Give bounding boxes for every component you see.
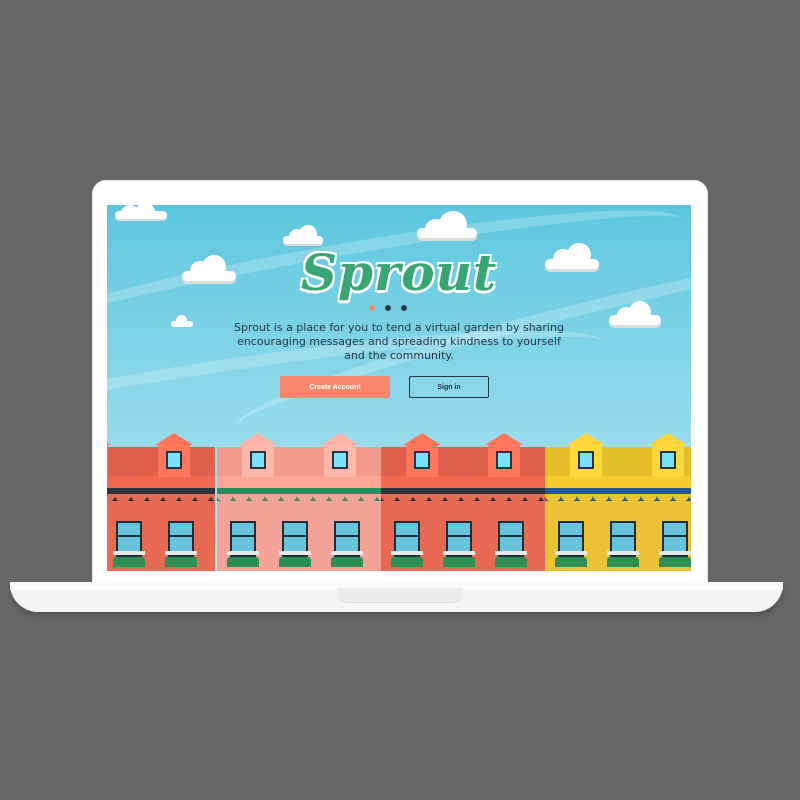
- laptop-notch: [338, 588, 462, 603]
- carousel-dot-1[interactable]: [369, 305, 375, 311]
- carousel-dots: [369, 305, 429, 313]
- create-account-button[interactable]: Create Account: [280, 376, 390, 398]
- row-houses-illustration: [107, 431, 691, 571]
- tagline-text: Sprout is a place for you to tend a virt…: [234, 321, 564, 362]
- dormer-window-icon: [321, 433, 359, 479]
- row-house: [217, 431, 381, 571]
- cloud-icon: [115, 205, 167, 223]
- window-planter-icon: [227, 521, 259, 571]
- app-screen: Sprout Sprout is a place for you to tend…: [107, 205, 691, 571]
- window-planter-icon: [659, 521, 691, 571]
- dormer-window-icon: [649, 433, 687, 479]
- carousel-dot-2[interactable]: [385, 305, 391, 311]
- window-planter-icon: [495, 521, 527, 571]
- window-planter-icon: [279, 521, 311, 571]
- cloud-icon: [609, 301, 661, 329]
- window-planter-icon: [331, 521, 363, 571]
- window-planter-icon: [391, 521, 423, 571]
- window-planter-icon: [443, 521, 475, 571]
- dormer-window-icon: [239, 433, 277, 479]
- sign-in-button[interactable]: Sign in: [409, 376, 489, 398]
- carousel-dot-3[interactable]: [401, 305, 407, 311]
- window-planter-icon: [555, 521, 587, 571]
- app-logo: Sprout: [300, 243, 498, 302]
- window-planter-icon: [113, 521, 145, 571]
- row-house: [381, 431, 545, 571]
- cloud-icon: [417, 211, 477, 243]
- row-house: [107, 431, 215, 571]
- window-planter-icon: [165, 521, 197, 571]
- dormer-window-icon: [567, 433, 605, 479]
- dormer-window-icon: [485, 433, 523, 479]
- cloud-icon: [171, 315, 193, 329]
- row-house: [545, 431, 691, 571]
- dormer-window-icon: [107, 433, 111, 479]
- dormer-window-icon: [403, 433, 441, 479]
- window-planter-icon: [607, 521, 639, 571]
- dormer-window-icon: [155, 433, 193, 479]
